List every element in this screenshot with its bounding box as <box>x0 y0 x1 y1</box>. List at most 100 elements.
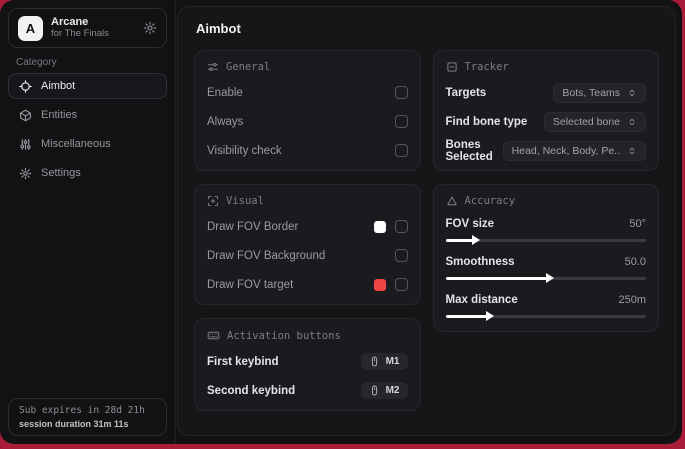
find-bone-type-select[interactable]: Selected bone <box>543 111 646 132</box>
draw-fov-target-checkbox[interactable] <box>394 278 408 291</box>
keybind-value: M1 <box>385 356 400 367</box>
tracker-label: Find bone type <box>445 115 528 128</box>
tracker-card: Tracker Targets Bots, Teams Find bone ty… <box>432 50 659 171</box>
chevrons-up-down-icon <box>627 117 637 127</box>
crosshair-icon <box>19 79 32 93</box>
card-title: Visual <box>226 195 264 207</box>
cube-icon <box>19 109 32 122</box>
visual-card: Visual Draw FOV Border Draw FOV Backgrou… <box>194 184 421 305</box>
setting-label: Always <box>207 115 244 128</box>
main-panel: Aimbot General Enable Always Visibility … <box>177 6 676 436</box>
smoothness-slider[interactable] <box>445 273 646 283</box>
card-title: Accuracy <box>464 195 516 207</box>
sidebar-item-miscellaneous[interactable]: Miscellaneous <box>8 131 167 157</box>
setting-label: Draw FOV Border <box>207 220 299 233</box>
sliders-vertical-icon <box>19 138 32 151</box>
keyboard-icon <box>207 329 220 342</box>
left-column: General Enable Always Visibility check V… <box>194 50 421 411</box>
sidebar-item-aimbot[interactable]: Aimbot <box>8 73 167 99</box>
app-subtitle: for The Finals <box>51 27 109 39</box>
app-logo: A <box>18 15 43 41</box>
tracker-row: Targets Bots, Teams <box>445 82 646 103</box>
setting-label: Draw FOV target <box>207 278 294 291</box>
setting-row: Enable <box>207 83 408 102</box>
sidebar: A Arcane for The Finals Category Aimbot … <box>0 0 176 444</box>
mouse-icon <box>369 385 380 396</box>
settings-gear-icon[interactable] <box>143 21 157 35</box>
slider-knob[interactable] <box>471 235 480 245</box>
subscription-info: Sub expires in 28d 21h session duration … <box>8 398 167 436</box>
max-distance-slider-group: Max distance 250m <box>445 293 646 321</box>
visibility-check-checkbox[interactable] <box>394 144 408 157</box>
sidebar-item-label: Settings <box>41 167 81 179</box>
scan-icon <box>446 61 458 73</box>
setting-row: Draw FOV Background <box>207 246 408 265</box>
sliders-horizontal-icon <box>207 61 219 73</box>
fov-border-color-swatch[interactable] <box>373 220 386 233</box>
tracker-row: Find bone type Selected bone <box>445 111 646 132</box>
targets-select[interactable]: Bots, Teams <box>553 82 646 103</box>
keybind-row: First keybind M1 <box>207 352 408 371</box>
general-card: General Enable Always Visibility check <box>194 50 421 171</box>
card-title: Activation buttons <box>227 329 341 342</box>
fov-size-slider[interactable] <box>445 235 646 245</box>
gear-icon <box>19 167 32 180</box>
setting-row: Draw FOV Border <box>207 217 408 236</box>
always-checkbox[interactable] <box>394 115 408 128</box>
fov-target-color-swatch[interactable] <box>373 278 386 291</box>
tracker-label: Targets <box>445 86 487 99</box>
enable-checkbox[interactable] <box>394 86 408 99</box>
slider-knob[interactable] <box>485 311 494 321</box>
activation-buttons-card: Activation buttons First keybind M1 Seco… <box>194 318 421 411</box>
slider-label: Smoothness <box>445 256 515 268</box>
sub-expiry-text: Sub expires in 28d 21h <box>19 405 145 416</box>
session-duration-text: session duration 31m 11s <box>19 419 129 429</box>
first-keybind-button[interactable]: M1 <box>360 353 408 370</box>
triangle-icon <box>446 195 458 207</box>
keybind-label: Second keybind <box>207 384 296 397</box>
keybind-label: First keybind <box>207 355 279 368</box>
fov-size-slider-group: FOV size 50° <box>445 217 646 245</box>
right-column: Tracker Targets Bots, Teams Find bone ty… <box>432 50 659 332</box>
sidebar-item-settings[interactable]: Settings <box>8 160 167 186</box>
tracker-label: Bones Selected <box>445 138 493 163</box>
slider-value: 50° <box>629 218 646 230</box>
keybind-value: M2 <box>385 385 400 396</box>
slider-label: FOV size <box>445 218 495 230</box>
slider-fill <box>445 277 548 280</box>
app-name: Arcane <box>51 16 89 29</box>
sidebar-nav: Aimbot Entities Miscellaneous Settings <box>0 73 175 186</box>
slider-knob[interactable] <box>545 273 554 283</box>
draw-fov-border-checkbox[interactable] <box>394 220 408 233</box>
setting-row: Always <box>207 112 408 131</box>
slider-fill <box>445 239 474 242</box>
setting-row: Draw FOV target <box>207 275 408 294</box>
tracker-row: Bones Selected Head, Neck, Body, Pe.. <box>445 138 646 163</box>
chevrons-up-down-icon <box>627 146 637 156</box>
max-distance-slider[interactable] <box>445 311 646 321</box>
card-title: Tracker <box>464 61 509 73</box>
select-value: Selected bone <box>552 115 620 128</box>
bones-selected-select[interactable]: Head, Neck, Body, Pe.. <box>502 140 646 161</box>
draw-fov-background-checkbox[interactable] <box>394 249 408 262</box>
app-window: A Arcane for The Finals Category Aimbot … <box>0 0 682 444</box>
sidebar-item-label: Miscellaneous <box>41 138 111 150</box>
mouse-icon <box>369 356 380 367</box>
chevrons-up-down-icon <box>627 88 637 98</box>
slider-fill <box>445 315 488 318</box>
app-header: A Arcane for The Finals <box>8 8 167 48</box>
card-title: General <box>226 61 271 73</box>
select-value: Head, Neck, Body, Pe.. <box>511 144 620 157</box>
setting-label: Enable <box>207 86 243 99</box>
sidebar-item-label: Aimbot <box>41 80 76 92</box>
category-label: Category <box>16 57 57 68</box>
sidebar-item-entities[interactable]: Entities <box>8 102 167 128</box>
slider-value: 250m <box>618 294 646 306</box>
slider-label: Max distance <box>445 294 518 306</box>
setting-label: Draw FOV Background <box>207 249 326 262</box>
setting-label: Visibility check <box>207 144 282 157</box>
setting-row: Visibility check <box>207 141 408 160</box>
slider-value: 50.0 <box>624 256 646 268</box>
second-keybind-button[interactable]: M2 <box>360 382 408 399</box>
focus-icon <box>207 195 219 207</box>
